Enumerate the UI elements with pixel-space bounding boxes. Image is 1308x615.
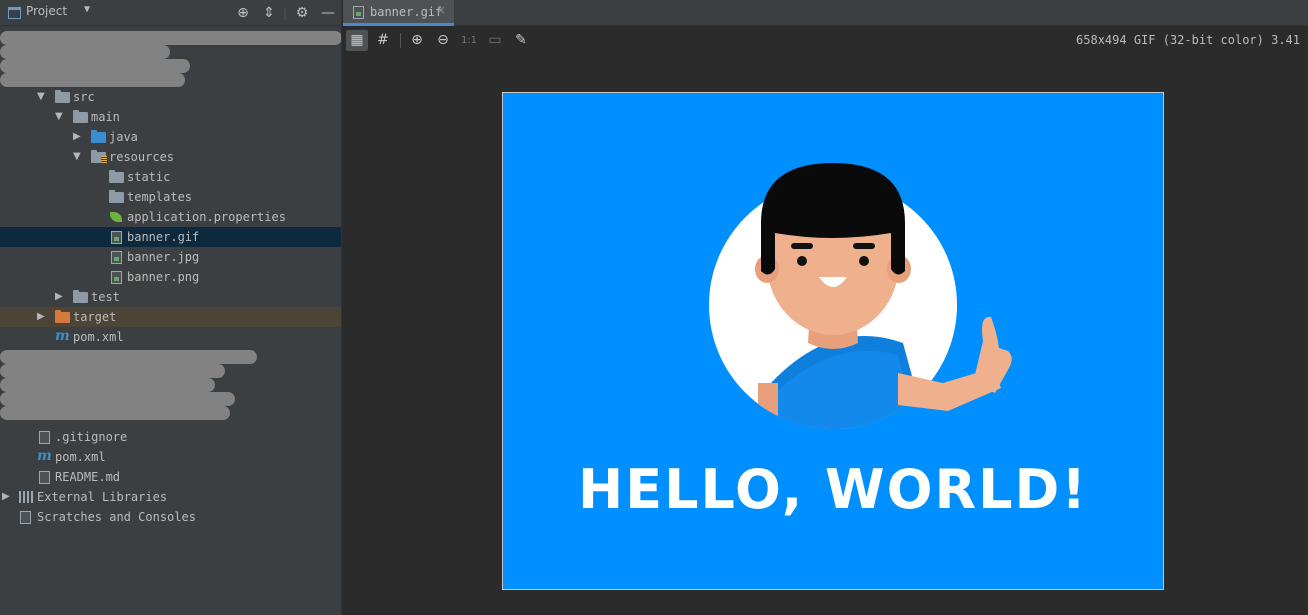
redacted-area xyxy=(0,406,230,420)
collapse-arrow-icon[interactable]: ▶ xyxy=(55,287,63,307)
tree-node-label: resources xyxy=(109,150,175,164)
tree-node-label: .gitignore xyxy=(55,430,128,444)
tree-node-scratches[interactable]: Scratches and Consoles xyxy=(0,507,341,527)
tree-node-label: test xyxy=(91,290,120,304)
tree-node-src[interactable]: ▼ src xyxy=(0,87,341,107)
tree-node-label: main xyxy=(91,110,120,124)
grid-icon[interactable]: # xyxy=(372,30,394,51)
redacted-area xyxy=(0,59,190,73)
color-picker-icon[interactable]: ✎ xyxy=(510,30,532,51)
tree-node-templates[interactable]: templates xyxy=(0,187,341,207)
folder-icon xyxy=(109,190,124,203)
image-file-icon xyxy=(111,231,122,244)
markdown-file-icon xyxy=(39,471,50,484)
tree-node-test[interactable]: ▶ test xyxy=(0,287,341,307)
source-folder-icon xyxy=(91,130,106,143)
tree-node-banner-gif[interactable]: banner.gif xyxy=(0,227,341,247)
tree-node-label: banner.png xyxy=(127,270,200,284)
resources-folder-icon xyxy=(91,150,107,163)
image-file-icon xyxy=(111,271,122,284)
tab-banner-gif[interactable]: banner.gif × xyxy=(343,0,454,26)
tree-node-application-properties[interactable]: application.properties xyxy=(0,207,341,227)
collapse-arrow-icon[interactable]: ▶ xyxy=(37,307,45,327)
tree-node-static[interactable]: static xyxy=(0,167,341,187)
tree-node-label: templates xyxy=(127,190,193,204)
header-divider: | xyxy=(282,6,288,20)
redacted-area xyxy=(0,364,225,378)
tree-node-label: External Libraries xyxy=(37,490,168,504)
tree-node-resources[interactable]: ▼ resources xyxy=(0,147,341,167)
project-window-icon xyxy=(8,7,21,19)
zoom-out-icon[interactable]: ⊖ xyxy=(432,30,454,51)
project-view-selector[interactable]: Project xyxy=(26,4,67,18)
folder-icon xyxy=(73,110,88,123)
redacted-area xyxy=(0,350,257,364)
tree-node-label: target xyxy=(73,310,117,324)
expand-arrow-icon[interactable]: ▼ xyxy=(73,147,81,167)
maven-icon: m xyxy=(55,328,70,344)
editor-tab-bar: banner.gif × xyxy=(343,0,1308,26)
folder-icon xyxy=(73,290,88,303)
redacted-area xyxy=(0,73,185,87)
spring-config-icon xyxy=(110,212,122,222)
image-caption: HELLO, WORLD! xyxy=(578,458,1088,521)
chevron-down-icon[interactable]: ▼ xyxy=(84,4,90,15)
image-info: 658x494 GIF (32-bit color) 3.41 xyxy=(1076,33,1300,47)
tree-node-java[interactable]: ▶ java xyxy=(0,127,341,147)
tree-node-target[interactable]: ▶ target xyxy=(0,307,341,327)
redacted-area xyxy=(0,31,341,45)
tree-node-main[interactable]: ▼ main xyxy=(0,107,341,127)
gear-icon[interactable]: ⚙ xyxy=(293,4,311,22)
tree-node-label: src xyxy=(73,90,95,104)
tree-node-external-libraries[interactable]: ▶ External Libraries xyxy=(0,487,341,507)
fit-zoom-icon[interactable]: ▭ xyxy=(484,30,506,51)
hide-panel-icon[interactable]: — xyxy=(319,4,337,22)
gif-image: HELLO, WORLD! xyxy=(502,92,1164,590)
expand-arrow-icon[interactable]: ▼ xyxy=(55,107,63,127)
libraries-icon xyxy=(19,491,33,503)
tree-node-pom-module[interactable]: m pom.xml xyxy=(0,327,341,347)
locate-file-icon[interactable]: ⊕ xyxy=(234,4,252,22)
image-file-icon xyxy=(111,251,122,264)
excluded-folder-icon xyxy=(55,310,70,323)
maven-icon: m xyxy=(37,448,52,464)
tree-node-label: README.md xyxy=(55,470,121,484)
ignore-file-icon xyxy=(39,431,50,444)
image-canvas: HELLO, WORLD! xyxy=(343,54,1308,615)
close-icon[interactable]: × xyxy=(436,3,446,17)
image-file-icon xyxy=(353,6,364,19)
tree-node-label: application.properties xyxy=(127,210,286,224)
scratches-icon xyxy=(20,511,31,524)
tree-node-label: pom.xml xyxy=(55,450,106,464)
collapse-arrow-icon[interactable]: ▶ xyxy=(2,487,10,507)
actual-size-button[interactable]: 1:1 xyxy=(458,30,480,51)
redacted-area xyxy=(0,392,235,406)
redacted-area xyxy=(0,45,170,59)
collapse-arrow-icon[interactable]: ▶ xyxy=(73,127,81,147)
tree-node-label: Scratches and Consoles xyxy=(37,510,196,524)
folder-icon xyxy=(109,170,124,183)
tree-node-label: banner.gif xyxy=(127,230,200,244)
tree-node-pom-root[interactable]: m pom.xml xyxy=(0,447,341,467)
tree-node-label: pom.xml xyxy=(73,330,124,344)
project-tool-window: Project ▼ ⊕ ⇕ | ⚙ — ▼ src ▼ main ▶ java … xyxy=(0,0,342,615)
tree-node-label: static xyxy=(127,170,171,184)
tree-node-gitignore[interactable]: .gitignore xyxy=(0,427,341,447)
tree-node-label: banner.jpg xyxy=(127,250,200,264)
toolbar-divider xyxy=(400,33,401,48)
tree-node-readme[interactable]: README.md xyxy=(0,467,341,487)
background-chessboard-icon[interactable]: ▦ xyxy=(346,30,368,51)
tree-node-banner-jpg[interactable]: banner.jpg xyxy=(0,247,341,267)
tree-node-banner-png[interactable]: banner.png xyxy=(0,267,341,287)
zoom-in-icon[interactable]: ⊕ xyxy=(406,30,428,51)
image-viewer-toolbar: ▦ # ⊕ ⊖ 1:1 ▭ ✎ 658x494 GIF (32-bit colo… xyxy=(343,27,1308,54)
project-panel-header: Project ▼ ⊕ ⇕ | ⚙ — xyxy=(0,0,341,26)
redacted-area xyxy=(0,378,215,392)
folder-icon xyxy=(55,90,70,103)
tree-node-label: java xyxy=(109,130,138,144)
expand-arrow-icon[interactable]: ▼ xyxy=(37,87,45,107)
tab-label: banner.gif xyxy=(370,5,443,19)
